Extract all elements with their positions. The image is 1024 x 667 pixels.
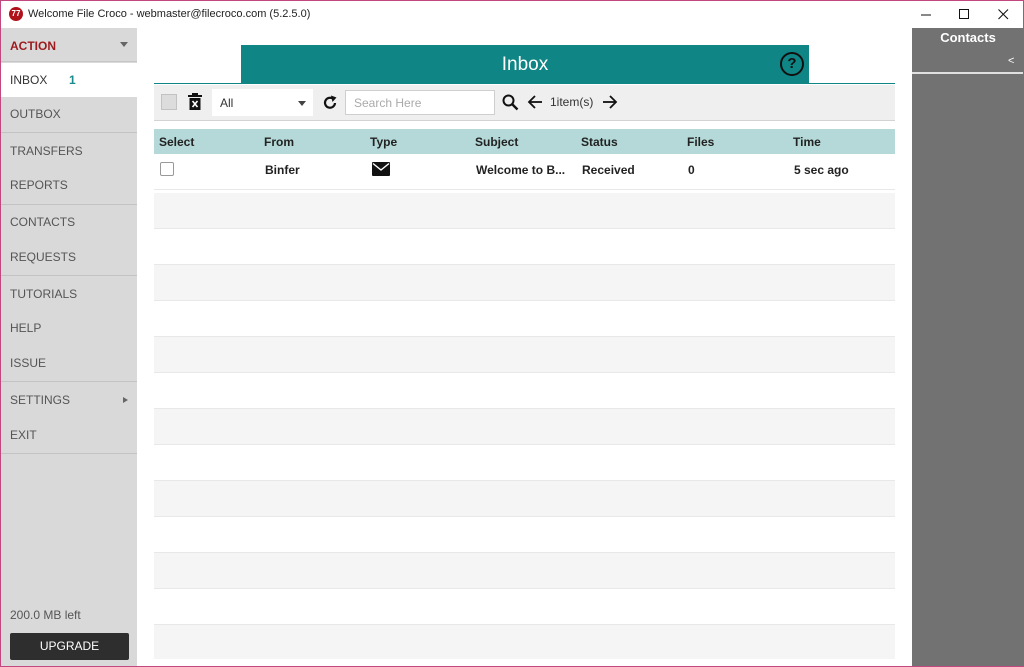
filter-dropdown[interactable]: All xyxy=(212,89,313,116)
empty-row xyxy=(154,229,895,265)
mail-icon xyxy=(372,162,390,181)
maximize-button[interactable] xyxy=(945,1,983,28)
window-title: Welcome File Croco - webmaster@filecroco… xyxy=(28,8,311,20)
empty-row xyxy=(154,445,895,481)
contacts-panel-divider xyxy=(912,72,1023,74)
app-window: 77 Welcome File Croco - webmaster@filecr… xyxy=(0,0,1024,667)
empty-row xyxy=(154,409,895,445)
sidebar-item-label: OUTBOX xyxy=(10,107,61,121)
refresh-button[interactable] xyxy=(321,94,339,117)
sidebar-item-issue[interactable]: ISSUE xyxy=(1,346,137,380)
sidebar: ACTION INBOX 1 OUTBOX TRANSFERS REPORTS … xyxy=(1,28,137,666)
empty-row xyxy=(154,193,895,229)
sidebar-item-label: ISSUE xyxy=(10,356,47,370)
contacts-panel: Contacts < xyxy=(912,28,1023,666)
sidebar-item-label: REPORTS xyxy=(10,178,68,192)
sidebar-item-tutorials[interactable]: TUTORIALS xyxy=(1,277,137,311)
sidebar-item-label: CONTACTS xyxy=(10,215,76,229)
sidebar-item-outbox[interactable]: OUTBOX xyxy=(1,97,137,131)
sidebar-divider xyxy=(1,453,137,454)
header-divider xyxy=(154,83,895,84)
sidebar-item-label: TRANSFERS xyxy=(10,144,83,158)
column-header-select[interactable]: Select xyxy=(159,135,194,149)
sidebar-item-label: EXIT xyxy=(10,428,37,442)
row-subject: Welcome to B... xyxy=(476,163,566,177)
sidebar-item-inbox[interactable]: INBOX 1 xyxy=(1,63,137,97)
row-files: 0 xyxy=(688,163,695,177)
sidebar-item-label: TUTORIALS xyxy=(10,287,78,301)
sidebar-divider xyxy=(1,132,137,133)
column-header-type[interactable]: Type xyxy=(370,135,397,149)
empty-row xyxy=(154,337,895,373)
minimize-icon xyxy=(920,14,931,16)
contacts-panel-title: Contacts xyxy=(940,30,996,45)
column-header-subject[interactable]: Subject xyxy=(475,135,518,149)
minimize-button[interactable] xyxy=(907,1,945,28)
search-icon xyxy=(502,94,519,111)
column-header-time[interactable]: Time xyxy=(793,135,821,149)
page-title: Inbox xyxy=(501,54,549,75)
sidebar-item-settings[interactable]: SETTINGS xyxy=(1,383,137,417)
sidebar-divider xyxy=(1,381,137,382)
row-time: 5 sec ago xyxy=(794,163,849,177)
help-icon[interactable]: ? xyxy=(780,52,804,76)
chevron-down-icon xyxy=(120,42,128,47)
sidebar-item-help[interactable]: HELP xyxy=(1,311,137,345)
empty-row xyxy=(154,517,895,553)
title-bar: 77 Welcome File Croco - webmaster@filecr… xyxy=(1,1,1023,28)
chevron-right-icon xyxy=(123,397,128,403)
sidebar-item-transfers[interactable]: TRANSFERS xyxy=(1,134,137,168)
row-divider xyxy=(154,189,895,190)
refresh-icon xyxy=(323,95,337,109)
column-header-from[interactable]: From xyxy=(264,135,294,149)
row-from: Binfer xyxy=(265,163,300,177)
row-checkbox[interactable] xyxy=(160,162,174,176)
app-logo-icon: 77 xyxy=(9,7,23,21)
chevron-down-icon xyxy=(298,101,306,106)
inbox-count-badge: 1 xyxy=(69,73,76,87)
trash-icon xyxy=(188,93,202,110)
column-header-status[interactable]: Status xyxy=(581,135,618,149)
empty-row xyxy=(154,553,895,589)
empty-row xyxy=(154,589,895,625)
close-button[interactable] xyxy=(984,1,1022,28)
empty-row xyxy=(154,373,895,409)
sidebar-item-label: REQUESTS xyxy=(10,250,77,264)
action-label: ACTION xyxy=(10,39,56,53)
sidebar-item-label: HELP xyxy=(10,321,42,335)
sidebar-item-exit[interactable]: EXIT xyxy=(1,418,137,452)
upgrade-button[interactable]: UPGRADE xyxy=(10,633,129,660)
collapse-panel-button[interactable]: < xyxy=(1008,55,1014,67)
sidebar-item-requests[interactable]: REQUESTS xyxy=(1,240,137,274)
arrow-left-icon xyxy=(527,95,542,109)
delete-button[interactable] xyxy=(188,93,202,115)
next-page-button[interactable] xyxy=(602,94,618,115)
search-button[interactable] xyxy=(502,94,519,116)
empty-row xyxy=(154,301,895,337)
sidebar-item-reports[interactable]: REPORTS xyxy=(1,168,137,202)
select-all-checkbox[interactable] xyxy=(161,94,177,110)
arrow-right-icon xyxy=(603,95,618,109)
empty-row xyxy=(154,265,895,301)
search-input[interactable] xyxy=(345,90,495,115)
filter-value: All xyxy=(220,96,234,110)
close-icon xyxy=(997,9,1008,20)
sidebar-divider xyxy=(1,275,137,276)
item-count: 1item(s) xyxy=(550,95,594,109)
sidebar-item-contacts[interactable]: CONTACTS xyxy=(1,205,137,239)
action-menu[interactable]: ACTION xyxy=(1,28,137,62)
table-header: Select From Type Subject Status Files Ti… xyxy=(154,129,895,154)
storage-left-text: 200.0 MB left xyxy=(10,608,81,622)
table-row[interactable]: Binfer Welcome to B... Received 0 5 sec … xyxy=(154,154,895,190)
inbox-header: Inbox ? xyxy=(241,45,809,83)
toolbar: All 1item(s) xyxy=(154,85,895,121)
empty-row xyxy=(154,481,895,517)
sidebar-item-label: INBOX xyxy=(10,73,48,87)
maximize-icon xyxy=(958,9,969,19)
row-status: Received xyxy=(582,163,635,177)
column-header-files[interactable]: Files xyxy=(687,135,714,149)
previous-page-button[interactable] xyxy=(527,94,543,115)
empty-row xyxy=(154,625,895,659)
sidebar-item-label: SETTINGS xyxy=(10,393,71,407)
